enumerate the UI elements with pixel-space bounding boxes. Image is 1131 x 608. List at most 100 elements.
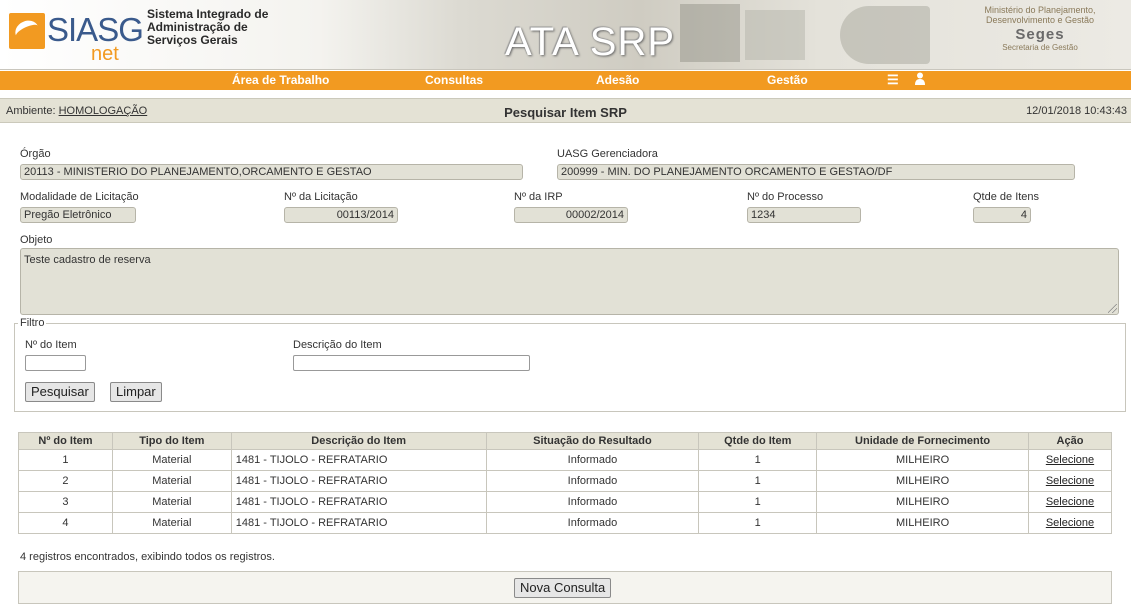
- cell-item-type: Material: [111, 491, 232, 513]
- ministry-line: Ministério do Planejamento,: [984, 5, 1096, 15]
- objeto-textarea[interactable]: Teste cadastro de reserva: [20, 248, 1119, 315]
- filter-legend: Filtro: [18, 317, 47, 329]
- header-banner: SIASG net Sistema Integrado de Administr…: [0, 0, 1131, 70]
- seges-subtitle: Secretaria de Gestão: [1002, 43, 1078, 52]
- cell-supply-unit: MILHEIRO: [816, 512, 1029, 534]
- cell-item-description: 1481 - TIJOLO - REFRATARIO: [230, 470, 487, 492]
- irp-field: 00002/2014: [514, 207, 628, 223]
- banner-photo-decoration: [680, 4, 740, 62]
- environment-label: Ambiente:: [6, 105, 56, 117]
- search-button[interactable]: Pesquisar: [25, 382, 95, 402]
- status-bar: Pesquisar Item SRP Ambiente: HOMOLOGAÇÃO…: [0, 98, 1131, 123]
- uasg-field: 200999 - MIN. DO PLANEJAMENTO ORCAMENTO …: [557, 164, 1075, 180]
- resize-grip-icon[interactable]: [1108, 304, 1117, 313]
- cell-result-status: Informado: [485, 449, 700, 471]
- ministry-line: Desenvolvimento e Gestão: [985, 15, 1095, 25]
- system-name-line: Serviços Gerais: [147, 33, 238, 47]
- cell-action: Selecione: [1027, 491, 1113, 513]
- page-title: Pesquisar Item SRP: [504, 105, 627, 120]
- processo-label: Nº do Processo: [747, 191, 824, 203]
- objeto-text: Teste cadastro de reserva: [24, 254, 151, 266]
- cell-result-status: Informado: [485, 491, 700, 513]
- nav-item-area-de-trabalho[interactable]: Área de Trabalho: [232, 73, 329, 87]
- cell-item-number: 3: [18, 491, 113, 513]
- item-description-input[interactable]: [293, 355, 530, 371]
- column-header-item-number: Nº do Item: [18, 432, 113, 450]
- modalidade-label: Modalidade de Licitação: [20, 191, 139, 203]
- irp-label: Nº da IRP: [514, 191, 563, 203]
- results-table: Nº do Item Tipo do Item Descrição do Ite…: [18, 432, 1113, 534]
- environment-indicator: Ambiente: HOMOLOGAÇÃO: [6, 105, 147, 117]
- orgao-label: Órgão: [20, 148, 51, 160]
- table-row: 3 Material 1481 - TIJOLO - REFRATARIO In…: [18, 491, 1113, 513]
- table-row: 1 Material 1481 - TIJOLO - REFRATARIO In…: [18, 449, 1113, 471]
- table-header-row: Nº do Item Tipo do Item Descrição do Ite…: [18, 432, 1113, 450]
- orgao-field: 20113 - MINISTERIO DO PLANEJAMENTO,ORCAM…: [20, 164, 523, 180]
- cell-result-status: Informado: [485, 512, 700, 534]
- qtde-itens-label: Qtde de Itens: [973, 191, 1040, 203]
- cell-item-quantity: 1: [698, 449, 818, 471]
- ministry-logo: Ministério do Planejamento, Desenvolvime…: [955, 5, 1125, 53]
- item-description-label: Descrição do Item: [293, 339, 382, 351]
- column-header-supply-unit: Unidade de Fornecimento: [816, 432, 1029, 450]
- column-header-item-description: Descrição do Item: [230, 432, 487, 450]
- seges-name: Seges: [1015, 26, 1065, 43]
- cell-supply-unit: MILHEIRO: [816, 470, 1029, 492]
- processo-field: 1234: [747, 207, 861, 223]
- uasg-label: UASG Gerenciadora: [557, 148, 658, 160]
- main-nav: Área de Trabalho Consultas Adesão Gestão…: [0, 71, 1131, 90]
- select-link[interactable]: Selecione: [1046, 496, 1094, 508]
- licitacao-field: 00113/2014: [284, 207, 398, 223]
- cell-item-description: 1481 - TIJOLO - REFRATARIO: [230, 491, 487, 513]
- user-icon[interactable]: [915, 72, 925, 88]
- cell-item-number: 1: [18, 449, 113, 471]
- banner-photo-decoration: [745, 10, 805, 60]
- cell-item-description: 1481 - TIJOLO - REFRATARIO: [230, 449, 487, 471]
- cell-item-type: Material: [111, 512, 232, 534]
- banner-photo-decoration: [840, 6, 930, 64]
- nav-item-consultas[interactable]: Consultas: [425, 73, 483, 87]
- cell-item-quantity: 1: [698, 512, 818, 534]
- modalidade-field: Pregão Eletrônico: [20, 207, 136, 223]
- siasg-logo[interactable]: SIASG net: [7, 7, 144, 65]
- cell-item-quantity: 1: [698, 491, 818, 513]
- filter-fieldset: [14, 323, 1126, 412]
- item-number-label: Nº do Item: [25, 339, 77, 351]
- records-count: 4 registros encontrados, exibindo todos …: [20, 551, 275, 563]
- datetime: 12/01/2018 10:43:43: [1026, 105, 1127, 117]
- bottom-action-bar: Nova Consulta: [18, 571, 1112, 604]
- new-query-button[interactable]: Nova Consulta: [514, 578, 612, 598]
- select-link[interactable]: Selecione: [1046, 454, 1094, 466]
- select-link[interactable]: Selecione: [1046, 475, 1094, 487]
- nav-item-gestao[interactable]: Gestão: [767, 73, 808, 87]
- item-number-input[interactable]: [25, 355, 86, 371]
- environment-link[interactable]: HOMOLOGAÇÃO: [59, 105, 148, 117]
- objeto-label: Objeto: [20, 234, 53, 246]
- select-link[interactable]: Selecione: [1046, 517, 1094, 529]
- cell-action: Selecione: [1027, 512, 1113, 534]
- column-header-item-type: Tipo do Item: [111, 432, 232, 450]
- table-row: 4 Material 1481 - TIJOLO - REFRATARIO In…: [18, 512, 1113, 534]
- column-header-action: Ação: [1027, 432, 1113, 450]
- cell-action: Selecione: [1027, 470, 1113, 492]
- logo-sub-text: net: [91, 43, 119, 65]
- clear-button[interactable]: Limpar: [110, 382, 162, 402]
- cell-supply-unit: MILHEIRO: [816, 491, 1029, 513]
- cell-supply-unit: MILHEIRO: [816, 449, 1029, 471]
- column-header-item-quantity: Qtde do Item: [698, 432, 818, 450]
- cell-item-number: 4: [18, 512, 113, 534]
- cell-action: Selecione: [1027, 449, 1113, 471]
- cell-item-type: Material: [111, 449, 232, 471]
- hamburger-icon[interactable]: ☰: [887, 72, 899, 88]
- qtde-itens-field: 4: [973, 207, 1031, 223]
- cell-item-quantity: 1: [698, 470, 818, 492]
- licitacao-label: Nº da Licitação: [284, 191, 358, 203]
- logo-mark-icon: [9, 13, 45, 49]
- column-header-result-status: Situação do Resultado: [485, 432, 700, 450]
- nav-item-adesao[interactable]: Adesão: [596, 73, 639, 87]
- cell-item-number: 2: [18, 470, 113, 492]
- cell-result-status: Informado: [485, 470, 700, 492]
- cell-item-type: Material: [111, 470, 232, 492]
- cell-item-description: 1481 - TIJOLO - REFRATARIO: [230, 512, 487, 534]
- module-title: ATA SRP: [505, 20, 676, 64]
